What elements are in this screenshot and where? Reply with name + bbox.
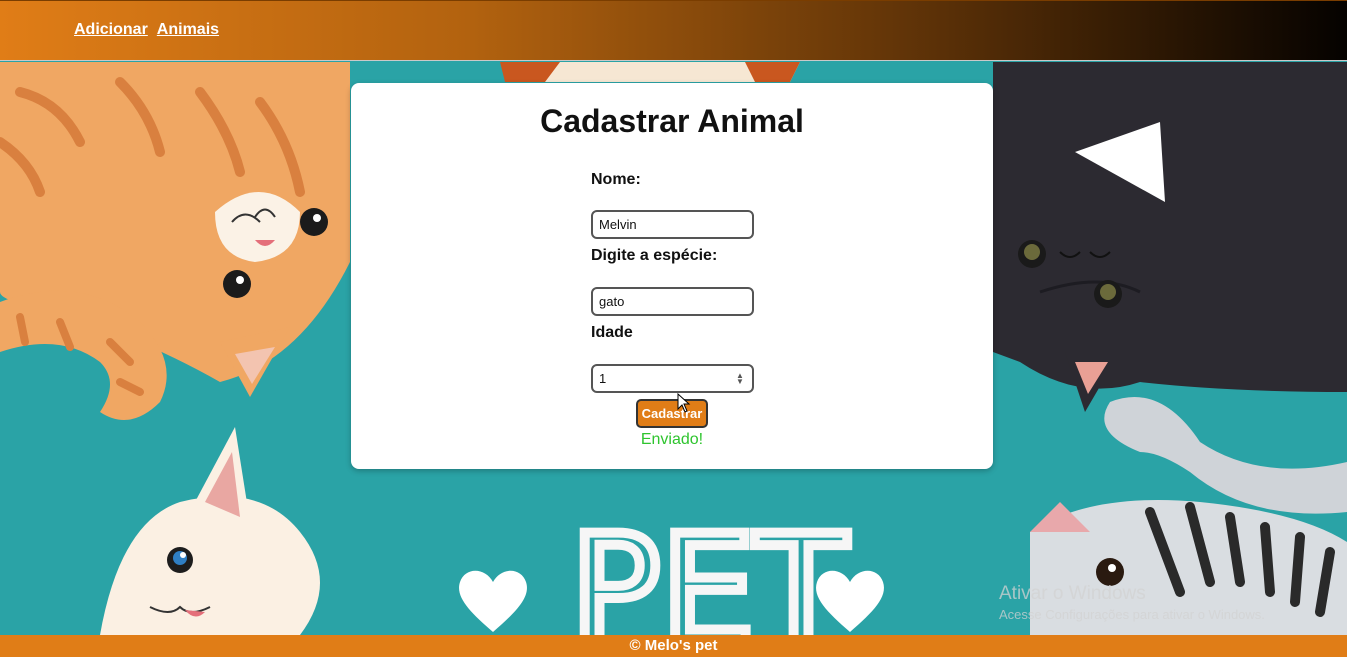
register-form: Nome: Melvin Digite a espécie: gato Idad… bbox=[591, 171, 761, 393]
nav-link-animais[interactable]: Animais bbox=[157, 21, 219, 39]
age-input[interactable]: 1 ▲ ▼ bbox=[591, 364, 754, 393]
watermark-title: Ativar o Windows bbox=[999, 583, 1146, 604]
register-card: Cadastrar Animal Nome: Melvin Digite a e… bbox=[351, 83, 993, 469]
name-label: Nome: bbox=[591, 171, 641, 188]
footer: © Melo's pet bbox=[0, 635, 1347, 657]
mouse-cursor-icon bbox=[677, 393, 691, 413]
main-nav: Adicionar Animais bbox=[74, 21, 219, 39]
watermark-subtitle: Acesse Configurações para ativar o Windo… bbox=[999, 607, 1265, 622]
windows-activation-watermark: Ativar o Windows Acesse Configurações pa… bbox=[999, 583, 1265, 622]
species-label: Digite a espécie: bbox=[591, 247, 718, 264]
spinner-arrows-icon[interactable]: ▲ ▼ bbox=[736, 372, 744, 386]
top-header: Adicionar Animais bbox=[0, 0, 1347, 61]
pet-background-text: PET bbox=[570, 504, 848, 635]
nav-link-adicionar[interactable]: Adicionar bbox=[74, 21, 148, 39]
name-input-value: Melvin bbox=[599, 217, 637, 232]
species-input-value: gato bbox=[599, 294, 625, 309]
status-message: Enviado! bbox=[640, 431, 704, 448]
submit-button[interactable]: Cadastrar bbox=[636, 399, 708, 428]
age-input-value: 1 bbox=[599, 371, 607, 386]
name-input[interactable]: Melvin bbox=[591, 210, 754, 239]
page-title: Cadastrar Animal bbox=[540, 103, 804, 139]
species-input[interactable]: gato bbox=[591, 287, 754, 316]
age-label: Idade bbox=[591, 324, 633, 341]
